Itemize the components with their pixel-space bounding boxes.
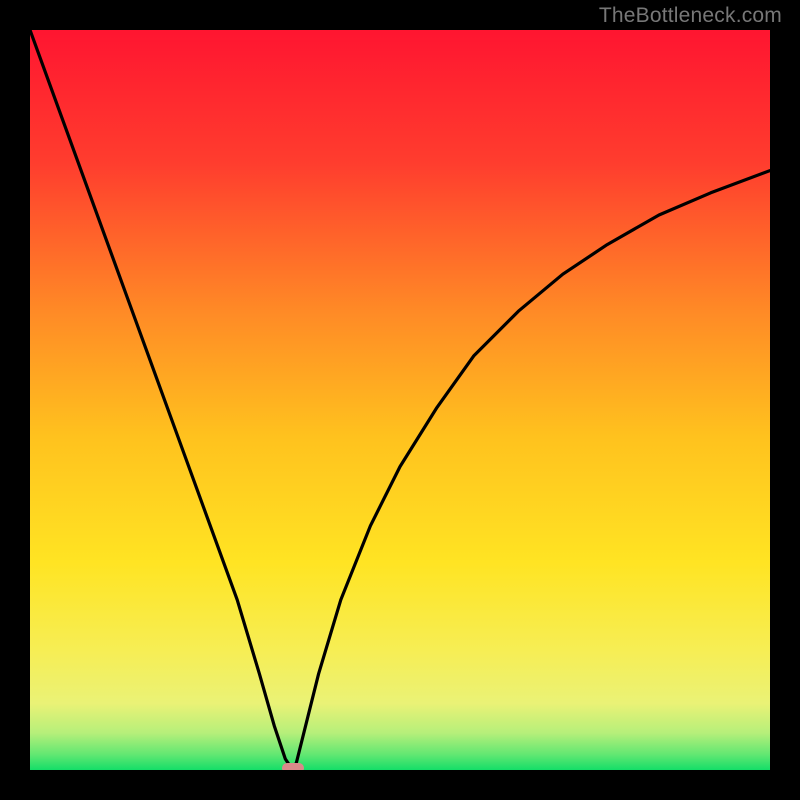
chart-frame: TheBottleneck.com bbox=[0, 0, 800, 800]
plot-area bbox=[30, 30, 770, 770]
bottleneck-curve bbox=[30, 30, 770, 770]
optimal-point-marker bbox=[282, 763, 304, 770]
watermark-text: TheBottleneck.com bbox=[599, 4, 782, 28]
